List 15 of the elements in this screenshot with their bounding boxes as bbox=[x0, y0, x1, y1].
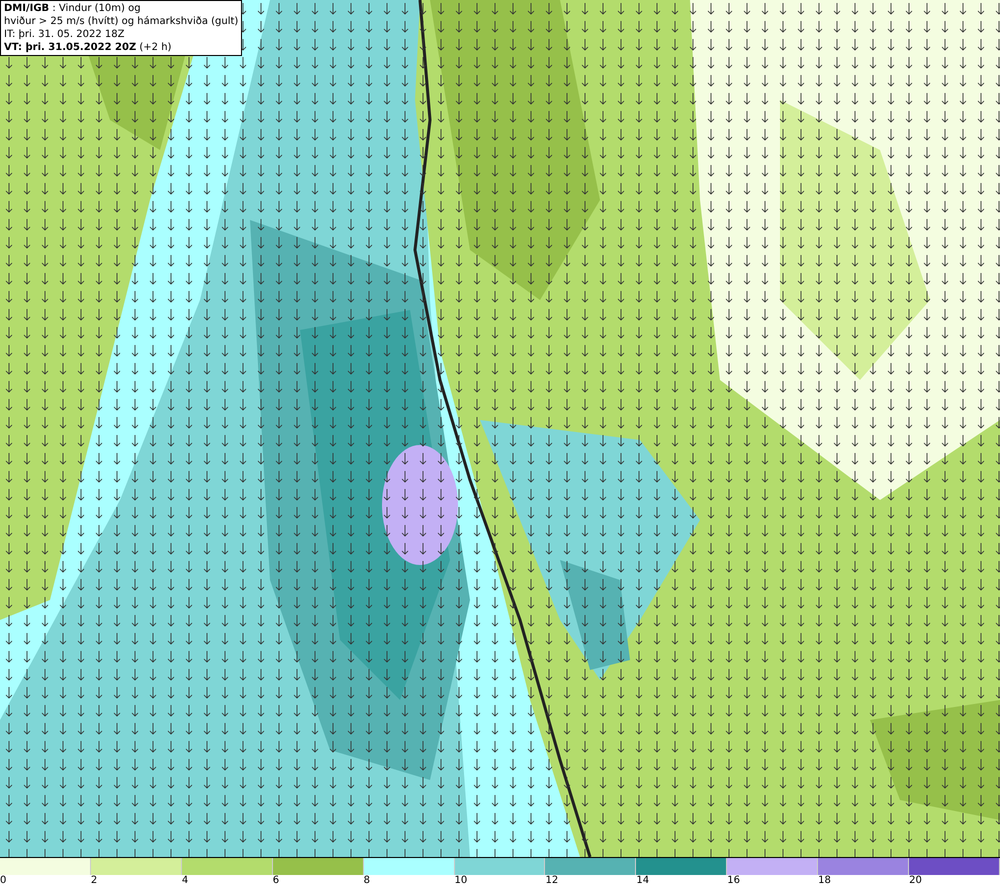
legend-label: 2 bbox=[90, 875, 98, 887]
legend-label: 20 bbox=[909, 875, 922, 887]
legend-label: 12 bbox=[545, 875, 558, 887]
info-text: IT: þri. 31. 05. 2022 18Z bbox=[4, 28, 126, 41]
legend-label: 4 bbox=[182, 875, 188, 887]
info-text: DMI/IGB : Vindur (10m) og bbox=[4, 2, 142, 15]
legend-label: 6 bbox=[272, 875, 280, 887]
legend-label: 0 bbox=[0, 875, 6, 887]
info-text: VT: þri. 31.05.2022 20Z (+2 h) bbox=[4, 41, 172, 54]
legend-label: 18 bbox=[818, 875, 831, 887]
legend-label: 16 bbox=[727, 875, 740, 887]
legend-label: 8 bbox=[364, 875, 370, 887]
info-text: hviður > 25 m/s (hvítt) og hámarkshviða (gult) bbox=[4, 15, 238, 28]
legend-label: 14 bbox=[636, 875, 650, 887]
legend-label: 10 bbox=[454, 875, 468, 887]
